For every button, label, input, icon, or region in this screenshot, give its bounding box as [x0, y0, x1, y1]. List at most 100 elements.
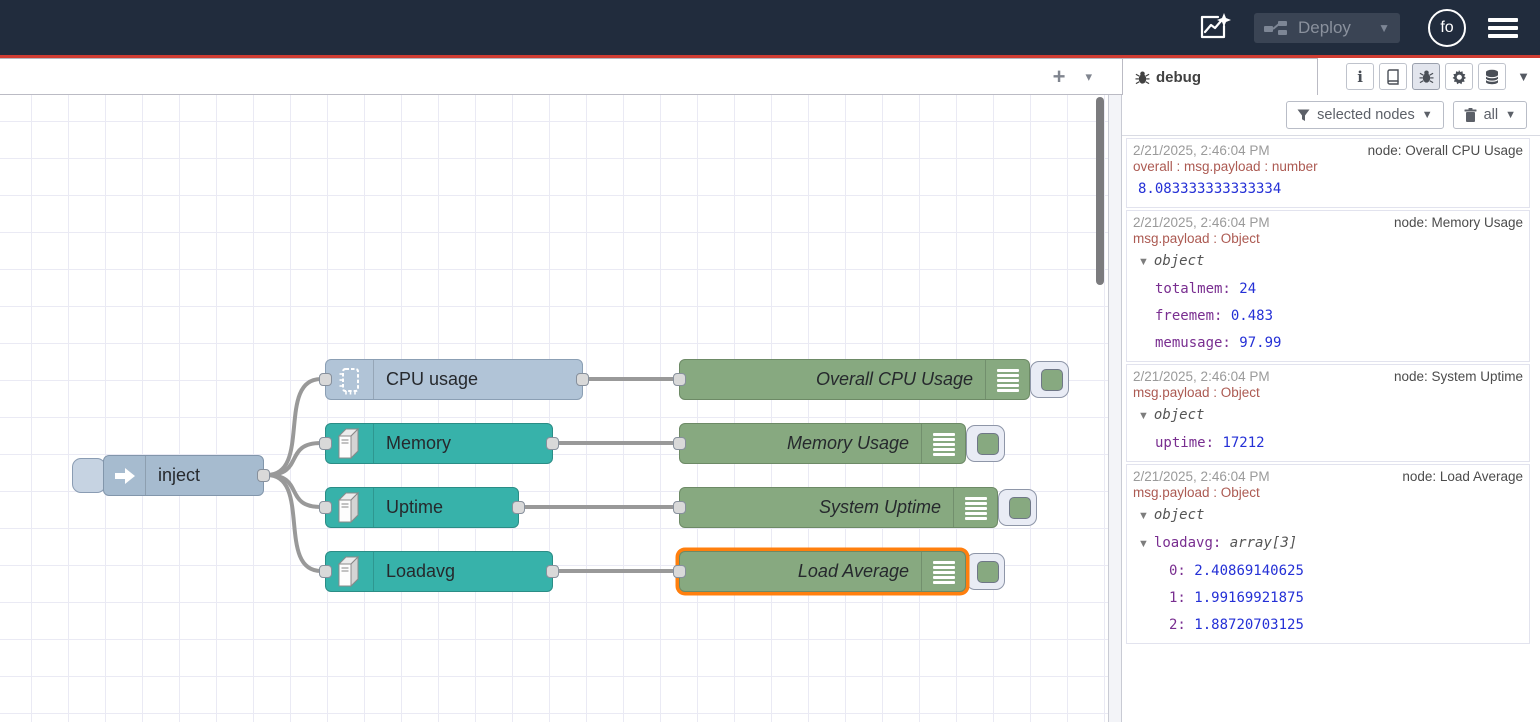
debug-key: totalmem:	[1155, 281, 1239, 297]
flow-assistant-button[interactable]	[1192, 8, 1236, 48]
debug-enable-toggle[interactable]	[998, 489, 1037, 526]
sidebar-tabrow: debug i	[1122, 58, 1540, 95]
debug-enable-toggle[interactable]	[966, 425, 1005, 462]
sidebar-tool-debug-button[interactable]	[1412, 63, 1440, 90]
debug-enable-toggle[interactable]	[1030, 361, 1069, 398]
bug-icon	[1419, 69, 1434, 84]
debug-key: loadavg:	[1154, 535, 1230, 551]
sidebar-tool-help-button[interactable]	[1379, 63, 1407, 90]
avatar-initials: fo	[1440, 19, 1453, 37]
flow-canvas[interactable]: inject CPU usage	[0, 95, 1108, 722]
input-port[interactable]	[319, 373, 332, 386]
debug-value-row: 1: 1.99169921875	[1131, 585, 1525, 612]
inject-arrow-icon	[104, 456, 146, 495]
node-uptime[interactable]: Uptime	[325, 487, 519, 528]
debug-type-label: object	[1154, 253, 1205, 269]
canvas-vertical-scrollbar[interactable]	[1096, 97, 1104, 285]
debug-value-row: ▼loadavg: array[3]	[1131, 530, 1525, 558]
debug-property: msg.payload : Object	[1131, 231, 1525, 248]
sidebar-tool-info-button[interactable]: i	[1346, 63, 1374, 90]
sidebar-tool-context-button[interactable]	[1478, 63, 1506, 90]
debug-source-node: node: Overall CPU Usage	[1368, 143, 1523, 158]
debug-enable-toggle[interactable]	[966, 553, 1005, 590]
node-label: Overall CPU Usage	[680, 369, 1029, 390]
info-icon: i	[1357, 68, 1363, 86]
debug-messages[interactable]: 2/21/2025, 2:46:04 PM node: Overall CPU U…	[1126, 138, 1530, 722]
debug-message: 2/21/2025, 2:46:04 PM node: Overall CPU U…	[1126, 138, 1530, 208]
debug-value: 1.88720703125	[1194, 617, 1304, 633]
node-debug-memory-usage[interactable]: Memory Usage	[679, 423, 966, 464]
output-port[interactable]	[546, 565, 559, 578]
deploy-button-label: Deploy	[1298, 18, 1364, 38]
input-port[interactable]	[673, 373, 686, 386]
funnel-icon	[1297, 109, 1310, 122]
sidebar-tool-config-button[interactable]	[1445, 63, 1473, 90]
gear-icon	[1451, 69, 1467, 85]
collapse-caret-icon[interactable]: ▼	[1138, 410, 1149, 422]
node-debug-load-average[interactable]: Load Average	[679, 551, 966, 592]
debug-filter-button[interactable]: selected nodes ▼	[1286, 101, 1443, 129]
output-port[interactable]	[257, 469, 270, 482]
debug-value-row: 0: 2.40869140625	[1131, 558, 1525, 585]
add-flow-button[interactable]: +	[1053, 67, 1066, 87]
image-sparkle-icon	[1197, 12, 1231, 44]
flow-list-dropdown-button[interactable]: ▾	[1085, 69, 1092, 85]
sidebar-tabs-dropdown-button[interactable]: ▼	[1517, 69, 1530, 84]
node-debug-system-uptime[interactable]: System Uptime	[679, 487, 998, 528]
user-avatar[interactable]: fo	[1428, 9, 1466, 47]
tab-debug[interactable]: debug	[1122, 58, 1318, 95]
debug-value-row: totalmem: 24	[1131, 276, 1525, 303]
deploy-dropdown-caret-icon[interactable]: ▼	[1378, 21, 1390, 35]
chevron-down-icon: ▼	[1505, 109, 1516, 121]
debug-property: msg.payload : Object	[1131, 485, 1525, 502]
node-cpu-usage[interactable]: CPU usage	[325, 359, 583, 400]
output-port[interactable]	[546, 437, 559, 450]
node-inject[interactable]: inject	[103, 455, 264, 496]
input-port[interactable]	[673, 437, 686, 450]
cpu-chip-icon	[326, 360, 374, 399]
node-debug-overall-cpu-usage[interactable]: Overall CPU Usage	[679, 359, 1030, 400]
node-loadavg[interactable]: Loadavg	[325, 551, 553, 592]
debug-type-label: object	[1154, 407, 1205, 423]
collapse-caret-icon[interactable]: ▼	[1138, 256, 1149, 268]
debug-timestamp: 2/21/2025, 2:46:04 PM	[1133, 143, 1270, 158]
debug-clear-button[interactable]: all ▼	[1453, 101, 1527, 129]
debug-key: 1:	[1169, 590, 1194, 606]
debug-message-meta: 2/21/2025, 2:46:04 PMnode: System Uptime	[1131, 367, 1525, 385]
output-port[interactable]	[512, 501, 525, 514]
debug-value: 24	[1239, 281, 1256, 297]
debug-filter-label: selected nodes	[1317, 107, 1415, 123]
computer-tower-icon	[326, 552, 374, 591]
computer-tower-icon	[326, 424, 374, 463]
input-port[interactable]	[673, 501, 686, 514]
debug-type-label: object	[1154, 507, 1205, 523]
inject-trigger-button[interactable]	[72, 458, 106, 493]
sidebar-splitter[interactable]	[1108, 95, 1122, 722]
header: Deploy ▼ fo	[0, 0, 1540, 55]
wire	[267, 475, 321, 507]
deploy-button[interactable]: Deploy ▼	[1254, 13, 1400, 43]
book-icon	[1385, 69, 1401, 85]
main-menu-button[interactable]	[1488, 18, 1518, 38]
collapse-caret-icon[interactable]: ▼	[1138, 510, 1149, 522]
output-port[interactable]	[576, 373, 589, 386]
debug-value: 0.483	[1231, 308, 1273, 324]
debug-message-meta: 2/21/2025, 2:46:04 PMnode: Load Average	[1131, 467, 1525, 485]
input-port[interactable]	[673, 565, 686, 578]
debug-value-row: uptime: 17212	[1131, 430, 1525, 457]
input-port[interactable]	[319, 501, 332, 514]
hamburger-icon	[1488, 18, 1518, 22]
debug-list-icon	[921, 424, 965, 463]
input-port[interactable]	[319, 565, 332, 578]
debug-value: 97.99	[1239, 335, 1281, 351]
debug-clear-label: all	[1484, 107, 1499, 123]
debug-message-meta: 2/21/2025, 2:46:04 PMnode: Memory Usage	[1131, 213, 1525, 231]
debug-value-row: memusage: 97.99	[1131, 330, 1525, 357]
input-port[interactable]	[319, 437, 332, 450]
wire	[267, 443, 321, 475]
debug-value: 17212	[1222, 435, 1264, 451]
node-memory[interactable]: Memory	[325, 423, 553, 464]
collapse-caret-icon[interactable]: ▼	[1138, 538, 1149, 550]
debug-value: 8.083333333333334	[1138, 181, 1281, 197]
debug-value-row: freemem: 0.483	[1131, 303, 1525, 330]
